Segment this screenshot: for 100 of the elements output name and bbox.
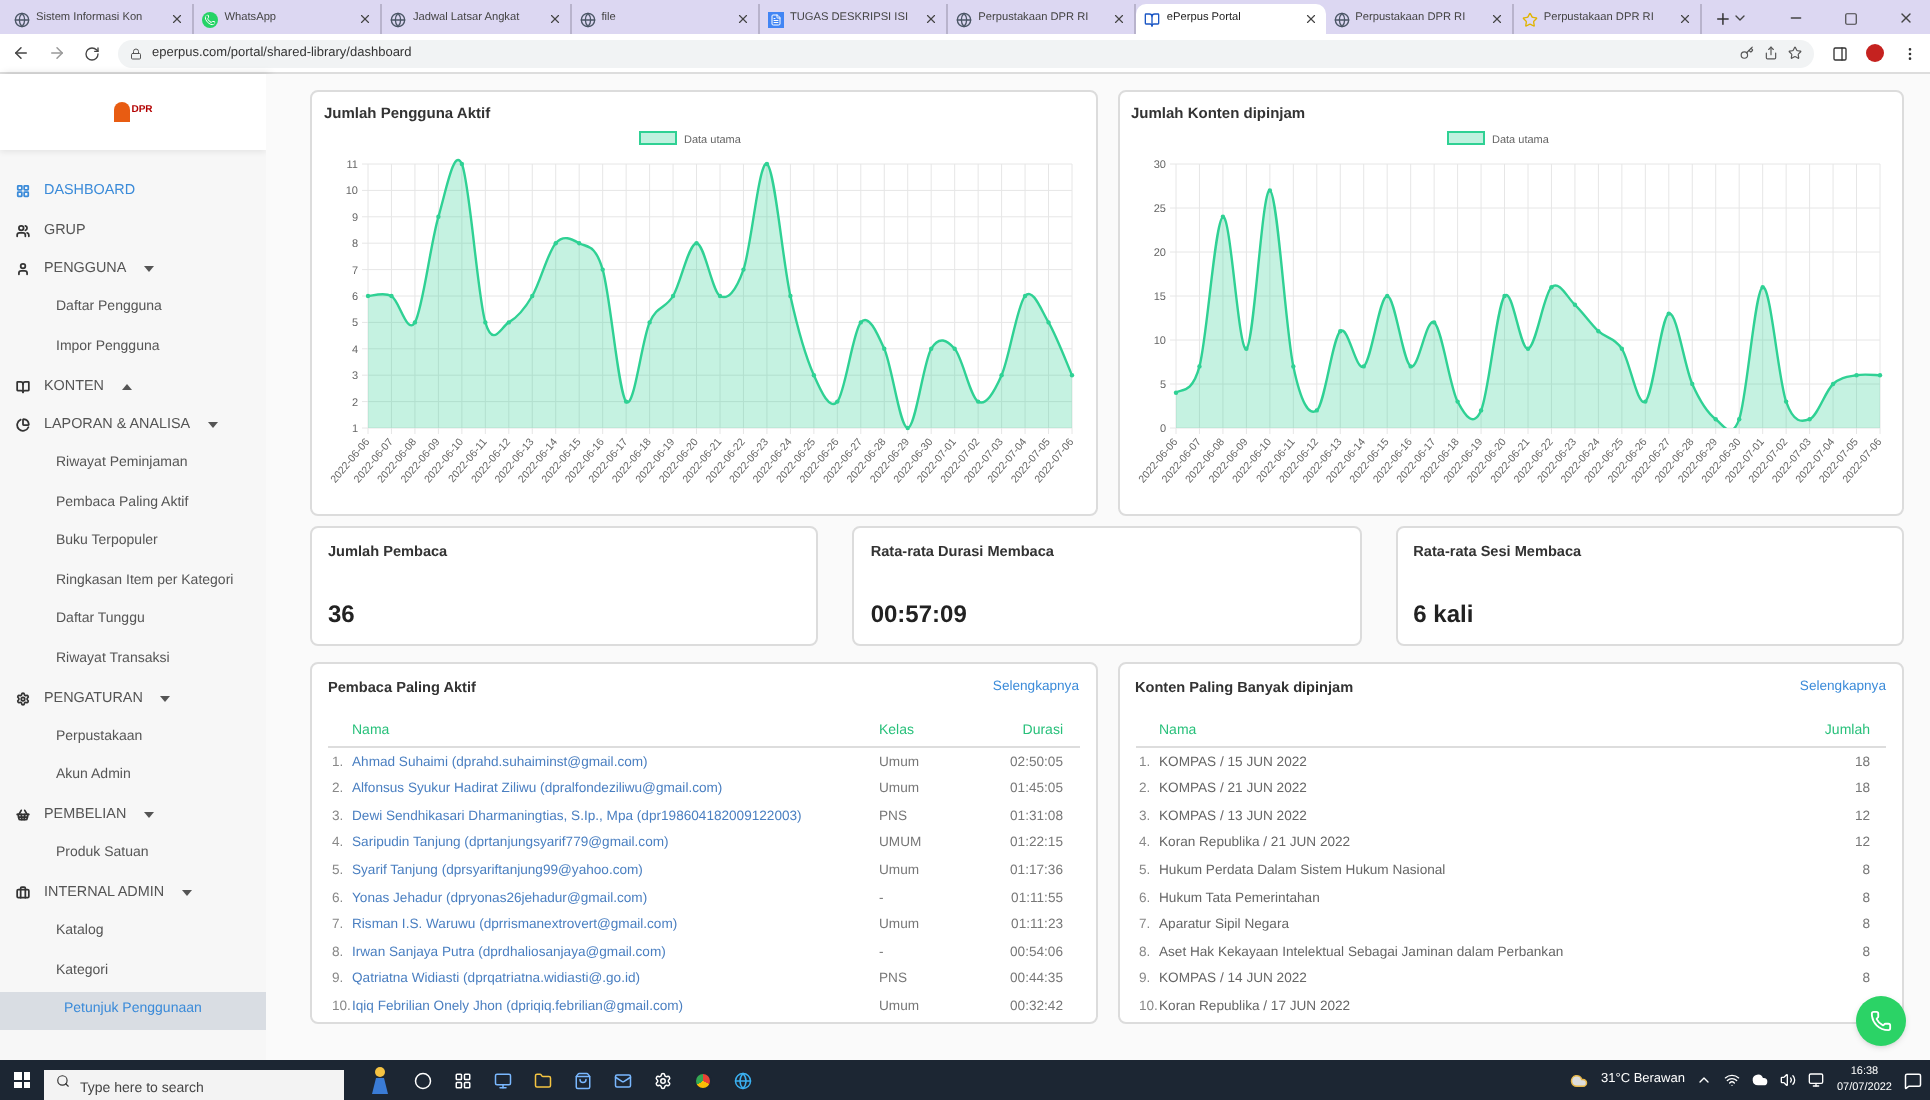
- chevron-up-icon[interactable]: [1696, 1072, 1713, 1088]
- phone-icon: [1870, 1010, 1892, 1032]
- data-point: [1642, 399, 1647, 405]
- people-icon: [16, 223, 30, 238]
- close-icon[interactable]: [924, 12, 939, 26]
- data-point: [1407, 364, 1412, 370]
- gear-icon: [16, 691, 30, 706]
- close-icon[interactable]: [735, 12, 750, 26]
- search-icon: [56, 1073, 70, 1087]
- notification-icon[interactable]: [1904, 1071, 1922, 1089]
- browser-icon[interactable]: [694, 1071, 712, 1089]
- data-point: [764, 162, 770, 167]
- gear-icon[interactable]: [654, 1071, 672, 1089]
- data-point: [1595, 329, 1600, 334]
- new-tab-icon[interactable]: [1714, 10, 1733, 28]
- data-point: [530, 294, 535, 299]
- chevron-down-icon[interactable]: [1732, 10, 1749, 26]
- pie-chart-icon: [16, 418, 30, 433]
- data-point: [1360, 364, 1365, 370]
- data-point: [1853, 373, 1858, 378]
- caret-icon: [160, 695, 171, 702]
- side-panel-icon[interactable]: [1832, 45, 1848, 61]
- data-point: [389, 294, 394, 299]
- data-point: [577, 241, 582, 246]
- close-icon[interactable]: [1678, 12, 1693, 26]
- caret-icon: [144, 266, 155, 273]
- legend-swatch: [639, 131, 677, 146]
- data-point: [1196, 364, 1201, 370]
- star-icon: [1521, 11, 1538, 27]
- data-point: [905, 426, 910, 431]
- monitor-icon[interactable]: [1808, 1072, 1825, 1088]
- circle-icon[interactable]: [414, 1071, 432, 1089]
- data-point: [1454, 399, 1459, 405]
- data-point: [1069, 373, 1075, 378]
- key-icon[interactable]: [1740, 46, 1754, 60]
- data-point: [365, 294, 371, 299]
- data-point: [788, 294, 793, 299]
- data-point: [694, 241, 699, 246]
- star-icon[interactable]: [1788, 46, 1802, 60]
- share-icon[interactable]: [1764, 46, 1778, 60]
- task-view-icon[interactable]: [454, 1071, 472, 1089]
- close-icon[interactable]: [1898, 10, 1915, 26]
- caret-icon: [144, 812, 155, 819]
- caret-icon: [208, 422, 219, 429]
- data-point: [1548, 285, 1553, 290]
- data-point: [1806, 417, 1811, 422]
- close-icon[interactable]: [1303, 12, 1318, 26]
- caret-icon: [182, 890, 193, 897]
- store-icon[interactable]: [574, 1071, 592, 1089]
- data-point: [929, 347, 934, 352]
- cloud-icon[interactable]: [1570, 1071, 1589, 1089]
- data-point: [1477, 408, 1483, 414]
- globe-icon[interactable]: [734, 1071, 752, 1089]
- data-point: [952, 347, 957, 352]
- globe-icon: [390, 11, 407, 27]
- data-point: [858, 320, 863, 326]
- reload-icon[interactable]: [84, 45, 100, 61]
- close-icon[interactable]: [358, 12, 373, 26]
- data-point: [412, 320, 418, 326]
- figure-icon[interactable]: [368, 1066, 392, 1094]
- data-point: [1524, 347, 1530, 352]
- profile-avatar[interactable]: [1866, 44, 1884, 62]
- globe-icon: [1333, 11, 1350, 27]
- data-point: [623, 399, 629, 405]
- monitor-icon[interactable]: [494, 1071, 512, 1089]
- close-icon[interactable]: [1489, 12, 1504, 26]
- data-point: [835, 399, 840, 405]
- book-icon: [1144, 11, 1161, 27]
- close-icon[interactable]: [170, 12, 185, 26]
- basket-icon: [16, 808, 30, 823]
- data-point: [999, 373, 1004, 378]
- data-point: [1782, 399, 1788, 405]
- close-icon[interactable]: [547, 12, 562, 26]
- network-icon[interactable]: [1724, 1072, 1741, 1088]
- data-point: [1219, 215, 1225, 220]
- data-point: [1829, 382, 1835, 387]
- back-icon[interactable]: [12, 44, 30, 62]
- data-point: [1290, 364, 1295, 370]
- mail-icon[interactable]: [614, 1071, 632, 1089]
- data-point: [436, 215, 441, 220]
- data-point: [1876, 373, 1882, 378]
- data-point: [975, 399, 981, 405]
- data-point: [670, 294, 676, 299]
- data-point: [1313, 408, 1318, 414]
- data-point: [553, 241, 558, 246]
- data-point: [1172, 391, 1178, 396]
- forward-icon[interactable]: [48, 44, 66, 62]
- data-point: [717, 294, 723, 299]
- folder-icon[interactable]: [534, 1071, 552, 1089]
- maximize-icon[interactable]: [1844, 11, 1859, 25]
- close-icon[interactable]: [1112, 12, 1127, 26]
- phone-icon: [202, 11, 219, 27]
- speaker-icon[interactable]: [1780, 1072, 1797, 1088]
- data-point: [1689, 382, 1694, 387]
- stat-value: 6 kali: [1413, 597, 1476, 632]
- lock-icon: [130, 47, 142, 59]
- data-point: [1759, 285, 1764, 290]
- briefcase-icon: [16, 886, 30, 901]
- data-point: [506, 320, 511, 326]
- data-point: [1571, 303, 1577, 308]
